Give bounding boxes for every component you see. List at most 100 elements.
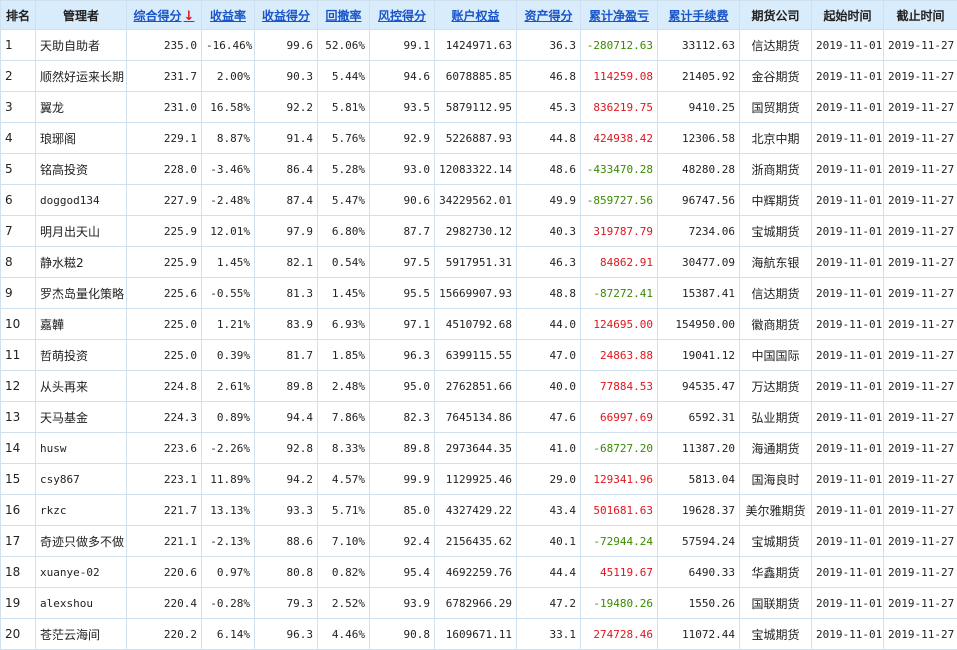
cell-risk-score: 96.3 <box>370 340 435 371</box>
cell-equity: 2973644.35 <box>435 433 517 464</box>
cell-manager: 明月出天山 <box>36 216 127 247</box>
cell-manager: 琅琊阁 <box>36 123 127 154</box>
cell-return-rate: -2.48% <box>202 185 255 216</box>
cell-return-score: 86.4 <box>255 154 318 185</box>
cell-risk-score: 99.1 <box>370 30 435 61</box>
table-row: 12从头再来224.82.61%89.82.48%95.02762851.664… <box>1 371 957 402</box>
cell-score: 220.6 <box>127 557 202 588</box>
cell-score: 228.0 <box>127 154 202 185</box>
column-header-equity[interactable]: 账户权益 <box>435 1 517 30</box>
cell-net-pnl: 124695.00 <box>581 309 658 340</box>
cell-net-pnl: 129341.96 <box>581 464 658 495</box>
cell-net-pnl: 424938.42 <box>581 123 658 154</box>
cell-return-rate: 0.97% <box>202 557 255 588</box>
cell-net-pnl: -87272.41 <box>581 278 658 309</box>
column-header-score[interactable]: 综合得分↓ <box>127 1 202 30</box>
cell-asset-score: 36.3 <box>517 30 581 61</box>
cell-manager: rkzc <box>36 495 127 526</box>
cell-start: 2019-11-01 <box>812 61 884 92</box>
cell-rank: 17 <box>1 526 36 557</box>
cell-rank: 5 <box>1 154 36 185</box>
column-header-drawdown[interactable]: 回撤率 <box>318 1 370 30</box>
cell-manager: 从头再来 <box>36 371 127 402</box>
cell-return-score: 81.7 <box>255 340 318 371</box>
cell-return-score: 94.4 <box>255 402 318 433</box>
table-row: 4琅琊阁229.18.87%91.45.76%92.95226887.9344.… <box>1 123 957 154</box>
cell-return-rate: 6.14% <box>202 619 255 650</box>
cell-drawdown: 0.82% <box>318 557 370 588</box>
cell-return-score: 90.3 <box>255 61 318 92</box>
column-header-return-score[interactable]: 收益得分 <box>255 1 318 30</box>
cell-score: 223.1 <box>127 464 202 495</box>
cell-drawdown: 6.93% <box>318 309 370 340</box>
cell-end: 2019-11-27 <box>884 526 957 557</box>
column-header-label: 综合得分 <box>134 9 182 23</box>
cell-return-rate: 11.89% <box>202 464 255 495</box>
column-header-label: 收益得分 <box>262 9 310 23</box>
cell-rank: 20 <box>1 619 36 650</box>
cell-rank: 6 <box>1 185 36 216</box>
cell-return-rate: -2.13% <box>202 526 255 557</box>
cell-manager: doggod134 <box>36 185 127 216</box>
cell-return-score: 89.8 <box>255 371 318 402</box>
cell-return-rate: 0.39% <box>202 340 255 371</box>
cell-drawdown: 0.54% <box>318 247 370 278</box>
cell-risk-score: 93.0 <box>370 154 435 185</box>
cell-equity: 6782966.29 <box>435 588 517 619</box>
cell-company: 宝城期货 <box>740 619 812 650</box>
cell-equity: 1609671.11 <box>435 619 517 650</box>
cell-fees: 15387.41 <box>658 278 740 309</box>
cell-return-score: 80.8 <box>255 557 318 588</box>
cell-asset-score: 44.0 <box>517 309 581 340</box>
cell-start: 2019-11-01 <box>812 123 884 154</box>
cell-end: 2019-11-27 <box>884 619 957 650</box>
cell-risk-score: 94.6 <box>370 61 435 92</box>
column-header-risk-score[interactable]: 风控得分 <box>370 1 435 30</box>
table-row: 14husw223.6-2.26%92.88.33%89.82973644.35… <box>1 433 957 464</box>
cell-company: 信达期货 <box>740 30 812 61</box>
column-header-return-rate[interactable]: 收益率 <box>202 1 255 30</box>
cell-company: 万达期货 <box>740 371 812 402</box>
cell-asset-score: 49.9 <box>517 185 581 216</box>
column-header-end: 截止时间 <box>884 1 957 30</box>
cell-equity: 4327429.22 <box>435 495 517 526</box>
cell-equity: 5879112.95 <box>435 92 517 123</box>
cell-company: 宝城期货 <box>740 526 812 557</box>
cell-start: 2019-11-01 <box>812 526 884 557</box>
cell-end: 2019-11-27 <box>884 216 957 247</box>
cell-score: 225.0 <box>127 309 202 340</box>
cell-equity: 5226887.93 <box>435 123 517 154</box>
cell-fees: 7234.06 <box>658 216 740 247</box>
cell-fees: 21405.92 <box>658 61 740 92</box>
cell-asset-score: 44.4 <box>517 557 581 588</box>
cell-score: 227.9 <box>127 185 202 216</box>
cell-rank: 18 <box>1 557 36 588</box>
cell-rank: 7 <box>1 216 36 247</box>
column-header-asset-score[interactable]: 资产得分 <box>517 1 581 30</box>
cell-return-rate: 2.61% <box>202 371 255 402</box>
cell-return-score: 97.9 <box>255 216 318 247</box>
cell-risk-score: 90.6 <box>370 185 435 216</box>
cell-return-rate: 8.87% <box>202 123 255 154</box>
column-header-label: 账户权益 <box>451 9 499 23</box>
cell-return-rate: 12.01% <box>202 216 255 247</box>
cell-end: 2019-11-27 <box>884 402 957 433</box>
cell-score: 225.9 <box>127 216 202 247</box>
table-row: 18xuanye-02220.60.97%80.80.82%95.4469225… <box>1 557 957 588</box>
cell-return-score: 81.3 <box>255 278 318 309</box>
cell-net-pnl: -433470.28 <box>581 154 658 185</box>
cell-start: 2019-11-01 <box>812 619 884 650</box>
cell-net-pnl: 274728.46 <box>581 619 658 650</box>
column-header-fees[interactable]: 累计手续费 <box>658 1 740 30</box>
cell-end: 2019-11-27 <box>884 340 957 371</box>
cell-asset-score: 47.2 <box>517 588 581 619</box>
cell-start: 2019-11-01 <box>812 340 884 371</box>
cell-return-rate: 16.58% <box>202 92 255 123</box>
sort-desc-icon[interactable]: ↓ <box>184 9 195 24</box>
column-header-net-pnl[interactable]: 累计净盈亏 <box>581 1 658 30</box>
cell-risk-score: 85.0 <box>370 495 435 526</box>
cell-score: 224.3 <box>127 402 202 433</box>
cell-return-score: 96.3 <box>255 619 318 650</box>
cell-score: 223.6 <box>127 433 202 464</box>
cell-risk-score: 95.4 <box>370 557 435 588</box>
